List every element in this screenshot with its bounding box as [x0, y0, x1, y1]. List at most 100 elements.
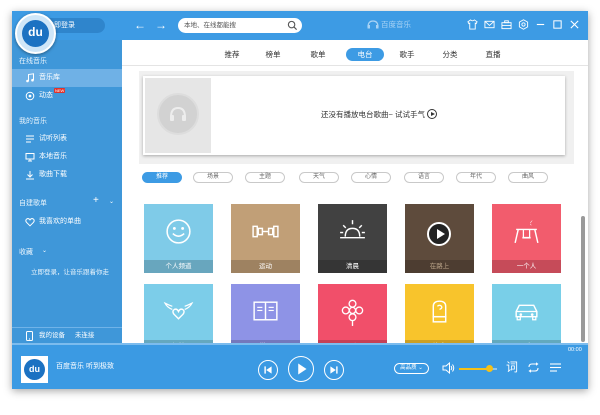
titlebar-controls [467, 19, 580, 32]
tabs-divider [122, 65, 588, 66]
chevron-down-icon[interactable]: ⌄ [109, 198, 114, 205]
chip-scene[interactable]: 场景 [193, 172, 233, 183]
device-label: 我的设备 [39, 332, 65, 339]
station-tile-healing[interactable]: 治愈 [405, 284, 474, 343]
station-tile-personal[interactable]: 个人频道 [144, 204, 213, 273]
my-device-bar[interactable]: 我的设备 未连接 [12, 327, 122, 343]
sidebar-section-collection: 收藏 [19, 249, 33, 256]
sidebar-item-label: 歌曲下载 [39, 171, 67, 178]
login-hint[interactable]: 立即登录，让音乐跟着你走 [31, 266, 109, 276]
close-icon[interactable] [569, 19, 580, 30]
play-icon[interactable] [426, 109, 437, 119]
chip-mood[interactable]: 心情 [351, 172, 391, 183]
minimize-icon[interactable] [535, 19, 546, 30]
back-arrow-icon[interactable]: ← [134, 19, 146, 31]
empty-radio-text: 还没有播放电台歌曲~ 试试手气 [321, 110, 425, 119]
title-bar: 立即登录 ← → 百度音乐 [12, 11, 588, 40]
smiley-icon [166, 219, 191, 244]
dumbbell-icon [252, 225, 279, 238]
chip-genre[interactable]: 曲风 [508, 172, 548, 183]
radio-category-chips: 推荐 场景 主题 天气 心情 语言 年代 曲风 [142, 172, 562, 184]
sidebar-item-label: 试听列表 [39, 135, 67, 142]
station-tile-alone[interactable]: 一个人 [492, 204, 561, 273]
volume-knob[interactable] [485, 365, 493, 372]
station-label: 个人频道 [144, 260, 213, 273]
heart-icon [25, 218, 35, 227]
station-label: 运动 [231, 260, 300, 273]
chip-theme[interactable]: 主题 [245, 172, 285, 183]
sidebar-item-downloads[interactable]: 歌曲下载 [12, 166, 122, 184]
chip-language[interactable]: 语言 [404, 172, 444, 183]
station-tile-on-the-road[interactable]: 在路上 [405, 204, 474, 273]
baidu-music-logo-icon [367, 20, 379, 29]
chip-recommend[interactable]: 推荐 [142, 172, 182, 183]
station-tile-relax[interactable]: 轻松 [144, 284, 213, 343]
flower-icon [341, 299, 364, 326]
baidu-music-logo-icon: du [24, 359, 45, 380]
boxing-glove-icon [432, 300, 447, 323]
briefcase-icon[interactable] [501, 19, 512, 30]
add-playlist-icon[interactable]: + [93, 195, 99, 206]
next-track-button[interactable] [324, 360, 344, 380]
avatar[interactable]: du [15, 13, 56, 54]
book-icon [253, 301, 278, 321]
quality-selector[interactable]: 高品质 ⌄ [394, 363, 429, 374]
settings-icon[interactable] [518, 19, 529, 30]
main-content: 推荐 榜单 歌单 电台 歌手 分类 直播 还没有播放电台歌曲~ 试试手气 推荐 … [122, 40, 588, 343]
volume-icon[interactable] [442, 362, 455, 374]
sidebar-item-local-music[interactable]: 本地音乐 [12, 148, 122, 166]
sidebar-item-label: 动态 [39, 92, 53, 99]
list-icon [26, 135, 34, 143]
mail-icon[interactable] [484, 19, 495, 30]
main-scrollbar[interactable] [581, 216, 585, 342]
sidebar-item-label: 我喜欢的单曲 [39, 218, 81, 225]
top-tabs: 推荐 榜单 歌单 电台 歌手 分类 直播 [122, 40, 588, 65]
tab-live[interactable]: 直播 [480, 48, 506, 61]
chevron-down-icon[interactable]: ⌄ [42, 247, 47, 254]
tab-playlists[interactable]: 歌单 [305, 48, 331, 61]
sidebar-section-online: 在线音乐 [19, 58, 47, 65]
sidebar-item-label: 音乐库 [39, 74, 60, 81]
maximize-icon[interactable] [552, 19, 563, 30]
forward-arrow-icon[interactable]: → [155, 19, 167, 31]
lyrics-button[interactable]: 词 [506, 358, 518, 375]
tab-artists[interactable]: 歌手 [394, 48, 420, 61]
play-station-icon[interactable] [427, 222, 451, 246]
repeat-icon[interactable] [527, 361, 540, 374]
search-box [178, 18, 302, 33]
empty-radio-message[interactable]: 还没有播放电台歌曲~ 试试手气 [143, 109, 565, 120]
sidebar-item-music-library[interactable]: 音乐库 [12, 69, 122, 87]
tab-recommend[interactable]: 推荐 [219, 48, 245, 61]
chip-weather[interactable]: 天气 [299, 172, 339, 183]
search-icon[interactable] [287, 20, 298, 31]
station-tile-driving[interactable]: 开车 [492, 284, 561, 343]
swing-icon [514, 220, 539, 244]
sidebar-item-favorites[interactable]: 我喜欢的单曲 [12, 213, 122, 231]
music-note-icon [26, 73, 34, 83]
now-playing-card: 还没有播放电台歌曲~ 试试手气 [143, 76, 565, 155]
tab-categories[interactable]: 分类 [437, 48, 463, 61]
sunrise-icon [340, 220, 365, 239]
station-tile-morning[interactable]: 清晨 [318, 204, 387, 273]
volume-slider[interactable] [459, 365, 497, 372]
feed-icon [25, 91, 35, 101]
sidebar-item-feed[interactable]: 动态NEW [12, 87, 122, 105]
playback-progress-bar[interactable] [12, 343, 588, 345]
sidebar-item-trial-list[interactable]: 试听列表 [12, 130, 122, 148]
tab-radio[interactable]: 电台 [346, 48, 384, 61]
album-thumbnail[interactable]: du [21, 356, 48, 383]
quality-label: 高品质 [400, 365, 417, 371]
station-tile-study[interactable]: 学习 [231, 284, 300, 343]
station-tile-sports[interactable]: 运动 [231, 204, 300, 273]
new-badge: NEW [54, 88, 66, 93]
previous-track-button[interactable] [258, 360, 278, 380]
search-input[interactable] [184, 18, 284, 33]
sidebar-section-custom-playlists: 自建歌单 [19, 200, 47, 207]
shirt-icon[interactable] [467, 19, 478, 30]
tab-charts[interactable]: 榜单 [260, 48, 286, 61]
station-tile-happy[interactable]: 开心 [318, 284, 387, 343]
play-pause-button[interactable] [288, 356, 314, 382]
sidebar-item-label: 本地音乐 [39, 153, 67, 160]
playlist-icon[interactable] [549, 361, 562, 374]
chip-era[interactable]: 年代 [456, 172, 496, 183]
